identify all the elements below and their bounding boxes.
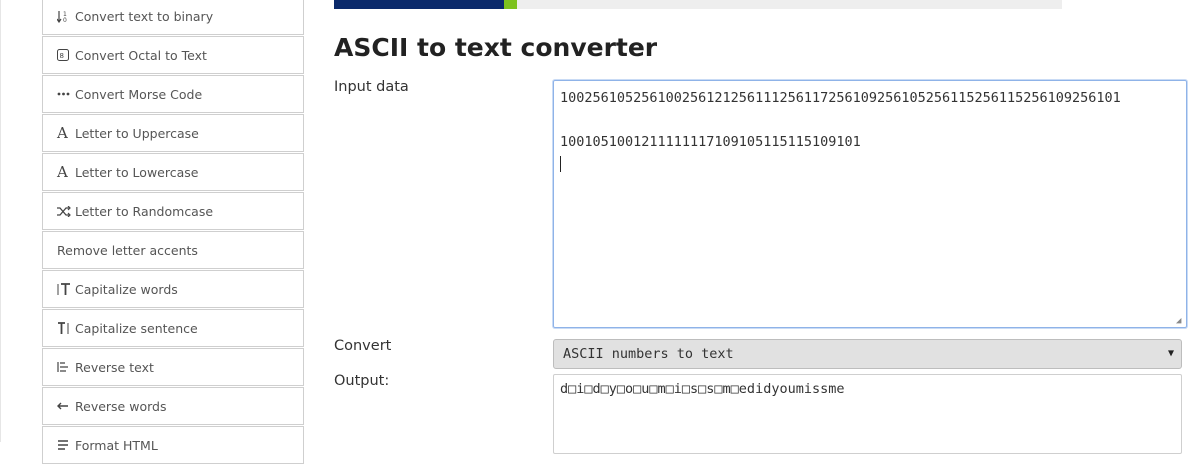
capital-t-icon <box>57 282 73 296</box>
sidebar-item-label: Letter to Lowercase <box>75 164 199 180</box>
letter-a-icon: A <box>57 163 68 181</box>
sidebar-item-remove-letter-accents[interactable]: Remove letter accents <box>42 231 304 269</box>
svg-text:8: 8 <box>60 52 64 60</box>
sidebar-item-label: Convert Octal to Text <box>75 47 207 63</box>
reverse-list-icon <box>57 361 73 373</box>
sidebar-item-reverse-text[interactable]: Reverse text <box>42 348 304 386</box>
dots-icon <box>57 92 73 96</box>
input-data-textarea[interactable]: 1002561052561002561212561112561172561092… <box>553 80 1187 328</box>
sidebar-item-convert-octal-to-text[interactable]: 8 Convert Octal to Text <box>42 36 304 74</box>
convert-mode-value: ASCII numbers to text <box>563 346 734 362</box>
text-caret <box>560 156 561 172</box>
sidebar-item-format-html[interactable]: Format HTML <box>42 426 304 464</box>
dropdown-arrow-icon: ▼ <box>1167 348 1174 359</box>
sidebar-item-convert-text-to-binary[interactable]: 10 Convert text to binary <box>42 0 304 35</box>
sidebar-item-label: Convert text to binary <box>75 8 214 24</box>
arrow-left-icon <box>57 402 73 410</box>
output-textarea[interactable]: d□i□d□y□o□u□m□i□s□s□m□edidyoumissme <box>553 374 1182 454</box>
input-data-label: Input data <box>334 79 409 95</box>
tools-sidebar: 10 Convert text to binary 8 Convert Octa… <box>42 0 304 464</box>
progress-fill <box>334 0 504 9</box>
sidebar-item-label: Capitalize sentence <box>75 320 198 336</box>
svg-text:0: 0 <box>63 17 67 23</box>
sidebar-item-reverse-words[interactable]: Reverse words <box>42 387 304 425</box>
sort-numeric-icon: 10 <box>57 10 73 23</box>
sidebar-item-letter-to-uppercase[interactable]: A Letter to Uppercase <box>42 114 304 152</box>
sidebar-item-label: Reverse text <box>75 359 154 375</box>
sidebar-item-label: Letter to Randomcase <box>75 203 214 219</box>
sidebar-item-letter-to-randomcase[interactable]: Letter to Randomcase <box>42 192 304 230</box>
sidebar-item-convert-morse-code[interactable]: Convert Morse Code <box>42 75 304 113</box>
shuffle-icon <box>57 205 73 217</box>
convert-mode-select[interactable]: ASCII numbers to text ▼ <box>553 339 1182 369</box>
progress-bar <box>334 0 1062 9</box>
convert-label: Convert <box>334 338 392 354</box>
code-icon <box>57 439 73 451</box>
page-title: ASCII to text converter <box>334 33 658 62</box>
octal-box-icon: 8 <box>57 49 73 61</box>
output-label: Output: <box>334 373 390 389</box>
input-text: 1002561052561002561212561112561172561092… <box>560 90 1121 150</box>
progress-accent <box>504 0 517 9</box>
page-border <box>0 0 1 442</box>
resize-handle-icon[interactable]: ◢ <box>1176 317 1184 326</box>
sidebar-item-capitalize-words[interactable]: Capitalize words <box>42 270 304 308</box>
sidebar-item-label: Letter to Uppercase <box>75 125 199 141</box>
sidebar-item-label: Format HTML <box>75 437 158 453</box>
sidebar-item-label: Capitalize words <box>75 281 178 297</box>
sidebar-item-capitalize-sentence[interactable]: Capitalize sentence <box>42 309 304 347</box>
letter-a-icon: A <box>57 124 68 142</box>
sidebar-item-label: Remove letter accents <box>57 242 198 258</box>
capital-t-cursor-icon <box>57 321 73 335</box>
sidebar-item-label: Reverse words <box>75 398 167 414</box>
output-text: d□i□d□y□o□u□m□i□s□s□m□edidyoumissme <box>560 381 845 397</box>
sidebar-item-label: Convert Morse Code <box>75 86 203 102</box>
sidebar-item-letter-to-lowercase[interactable]: A Letter to Lowercase <box>42 153 304 191</box>
